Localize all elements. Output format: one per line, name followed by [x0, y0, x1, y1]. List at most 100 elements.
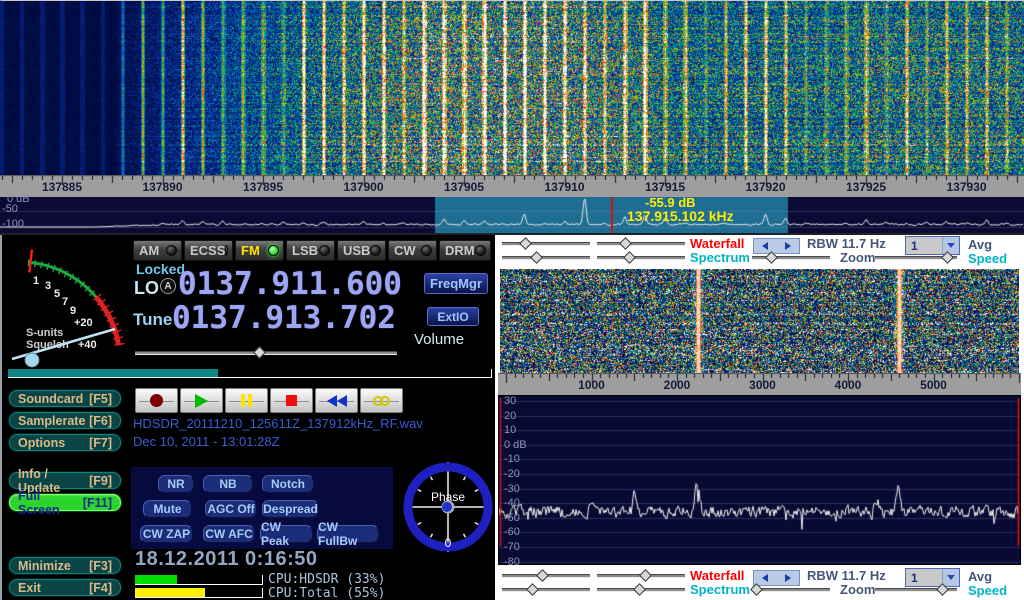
despread-button[interactable]: Despread — [262, 500, 319, 518]
volume-slider[interactable] — [135, 347, 397, 359]
rf-waterfall-canvas[interactable] — [0, 1, 1024, 175]
rewind-button[interactable] — [315, 388, 358, 413]
rf-scale-label: 137925 — [836, 180, 896, 194]
stop-button[interactable] — [270, 388, 313, 413]
mode-ecss-button[interactable]: ECSS — [184, 240, 233, 261]
sp-contrast-slider-bottom[interactable] — [502, 584, 590, 596]
right-arrow-icon[interactable] — [785, 574, 791, 582]
extio-button[interactable]: ExtIO — [427, 307, 479, 326]
speed-label-bottom: Speed — [968, 583, 1007, 598]
spectrum-label-bottom[interactable]: Spectrum — [690, 582, 750, 597]
play-button[interactable] — [180, 388, 223, 413]
volume-slider-thumb[interactable] — [253, 346, 266, 359]
squelch-level-fill — [8, 369, 218, 377]
zoom-label-top: Zoom — [840, 250, 875, 265]
af-scale-label: 3000 — [738, 378, 788, 392]
left-arrow-icon[interactable] — [762, 242, 768, 250]
wf-brightness-slider-bottom[interactable] — [597, 570, 685, 582]
options-button[interactable]: Options[F7] — [8, 433, 122, 452]
rf-strip-db-label: -100 — [2, 218, 24, 230]
af-waterfall-canvas[interactable] — [500, 269, 1019, 373]
rf-scale-label: 137910 — [535, 180, 595, 194]
tune-frequency-display[interactable]: 0137.913.702 — [172, 303, 396, 334]
mode-fm-button[interactable]: FM — [235, 240, 284, 261]
cw-afc-button[interactable]: CW AFC — [203, 525, 255, 543]
sp-brightness-slider-bottom[interactable] — [597, 584, 685, 596]
fm-led-icon — [268, 245, 279, 256]
cw-zap-button[interactable]: CW ZAP — [140, 525, 193, 543]
af-db-label: -40 — [504, 497, 520, 509]
rbw-readout-top: RBW 11.7 Hz — [807, 236, 886, 251]
pause-button[interactable] — [225, 388, 268, 413]
af-db-label: 10 — [504, 424, 516, 436]
avg-label-top: Avg — [968, 237, 992, 252]
mode-am-button[interactable]: AM — [133, 240, 182, 261]
af-db-label: -10 — [504, 453, 520, 465]
ecss-led-icon — [225, 245, 228, 256]
mute-button[interactable]: Mute — [143, 500, 192, 518]
sp-contrast-slider-top[interactable] — [502, 252, 590, 264]
rf-scale-label: 137885 — [32, 180, 92, 194]
mode-lsb-button[interactable]: LSB — [286, 240, 335, 261]
af-panel: Waterfall RBW 11.7 Hz 1 Avg Spectrum Zoo… — [495, 235, 1024, 600]
fullscreen-button[interactable]: Full Screen[F11] — [8, 493, 122, 512]
rf-spectrum-canvas — [0, 197, 1024, 233]
playback-toolbar — [135, 388, 403, 413]
af-frequency-scale[interactable]: 10002000300040005000 — [498, 373, 1021, 395]
record-button[interactable] — [135, 388, 178, 413]
af-spectrum[interactable]: 3020100 dB-10-20-30-40-50-60-70-80 — [498, 395, 1021, 565]
cw-fullbw-button[interactable]: CW FullBw — [317, 525, 379, 543]
sp-brightness-slider-top[interactable] — [597, 252, 685, 264]
zoom-slider-bottom[interactable] — [752, 584, 830, 596]
spectrum-label-top[interactable]: Spectrum — [690, 250, 750, 265]
wf-contrast-slider-top[interactable] — [502, 238, 590, 250]
phase-dial[interactable]: Phase 0 — [403, 460, 493, 555]
right-arrow-icon[interactable] — [785, 242, 791, 250]
samplerate-button[interactable]: Samplerate[F6] — [8, 411, 122, 430]
soundcard-button[interactable]: Soundcard[F5] — [8, 389, 122, 408]
play-icon — [195, 394, 208, 408]
mode-usb-button[interactable]: USB — [337, 240, 386, 261]
wf-contrast-slider-bottom[interactable] — [502, 570, 590, 582]
af-scale-label: 2000 — [652, 378, 702, 392]
minimize-button[interactable]: Minimize[F3] — [8, 556, 122, 575]
speed-slider-top[interactable] — [875, 252, 957, 264]
drm-led-icon — [475, 245, 486, 256]
rf-spectrum-strip[interactable]: 0 dB-50-100 -55.9 dB 137.915.102 kHz — [0, 197, 1024, 233]
nr-button[interactable]: NR — [158, 475, 194, 493]
smeter-pivot — [25, 353, 39, 367]
cw-peak-button[interactable]: CW Peak — [260, 525, 313, 543]
freqmgr-button[interactable]: FreqMgr — [424, 273, 488, 294]
cursor-frequency-readout: 137.915.102 kHz — [627, 208, 734, 224]
af-db-label: -60 — [504, 526, 520, 538]
af-scale-label: 4000 — [823, 378, 873, 392]
left-arrow-icon[interactable] — [762, 574, 768, 582]
waterfall-label-top[interactable]: Waterfall — [690, 236, 744, 251]
record-icon — [150, 394, 163, 407]
wav-file-date: Dec 10, 2011 - 13:01:28Z — [133, 434, 279, 449]
lo-auto-badge[interactable]: A — [160, 278, 176, 294]
notch-button[interactable]: Notch — [262, 475, 314, 493]
rf-scale-label: 137900 — [334, 180, 394, 194]
loop-button[interactable] — [360, 388, 403, 413]
cpu-total-bar — [135, 588, 263, 598]
rf-frequency-scale[interactable]: 1378851378901378951379001379051379101379… — [0, 175, 1024, 197]
speed-slider-bottom[interactable] — [875, 584, 957, 596]
zoom-label-bottom: Zoom — [840, 582, 875, 597]
wf-brightness-slider-top[interactable] — [597, 238, 685, 250]
agc-button[interactable]: AGC Off — [205, 500, 257, 518]
rf-scale-label: 137930 — [937, 180, 997, 194]
zoom-slider-top[interactable] — [752, 252, 830, 264]
exit-button[interactable]: Exit[F4] — [8, 578, 122, 597]
mode-drm-button[interactable]: DRM — [439, 240, 491, 261]
waterfall-label-bottom[interactable]: Waterfall — [690, 568, 744, 583]
lo-frequency-display[interactable]: 0137.911.600 — [178, 269, 402, 300]
af-db-label: 30 — [504, 395, 516, 407]
squelch-level-bar[interactable] — [8, 369, 492, 378]
af-db-label: -80 — [504, 556, 520, 568]
rbw-readout-bottom: RBW 11.7 Hz — [807, 568, 886, 583]
rf-scale-labels: 1378851378901378951379001379051379101379… — [0, 175, 1024, 197]
mode-cw-button[interactable]: CW — [388, 240, 437, 261]
info-update-button[interactable]: Info / Update[F9] — [8, 471, 122, 490]
nb-button[interactable]: NB — [203, 475, 253, 493]
